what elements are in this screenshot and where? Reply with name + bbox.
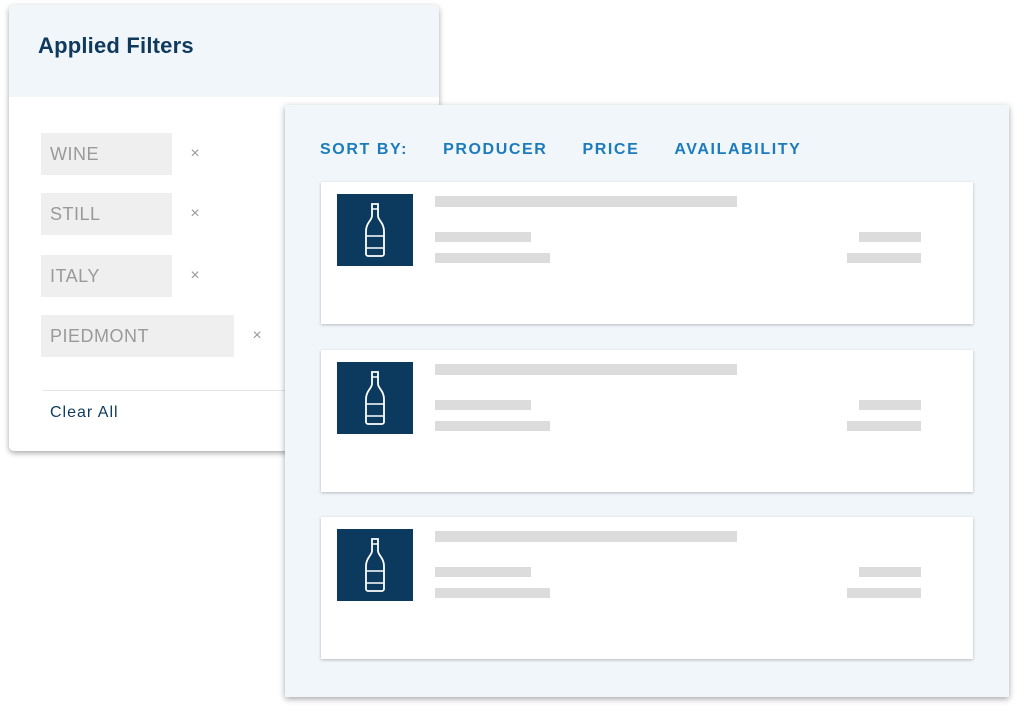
results-panel: SORT BY: PRODUCER PRICE AVAILABILITY [285,105,1009,697]
result-card[interactable] [321,350,973,492]
product-thumbnail [337,362,413,434]
price-placeholder-bar [859,232,921,242]
close-icon[interactable]: × [188,145,202,163]
close-icon[interactable]: × [188,205,202,223]
sort-option-availability[interactable]: AVAILABILITY [674,141,801,159]
detail-placeholder-bar [435,400,531,410]
price-placeholder-bar [847,588,921,598]
wine-bottle-icon [365,371,385,425]
filter-chip-row: WINE × [41,133,202,175]
stage: Applied Filters WINE × STILL × ITALY × P… [0,0,1024,717]
close-icon[interactable]: × [188,267,202,285]
result-card[interactable] [321,517,973,659]
filter-chip-wine[interactable]: WINE [41,133,172,175]
product-thumbnail [337,194,413,266]
title-placeholder-bar [435,364,737,375]
product-thumbnail [337,529,413,601]
result-card[interactable] [321,182,973,324]
sort-by-label: SORT BY: [320,141,409,158]
filter-chip-piedmont[interactable]: PIEDMONT [41,315,234,357]
sort-option-price[interactable]: PRICE [582,141,639,159]
sort-option-producer[interactable]: PRODUCER [443,141,547,159]
sort-bar: SORT BY: PRODUCER PRICE AVAILABILITY [320,141,836,159]
filter-chip-italy[interactable]: ITALY [41,255,172,297]
price-placeholder-bar [859,567,921,577]
detail-placeholder-bar [435,253,550,263]
filter-chip-row: PIEDMONT × [41,315,264,357]
price-placeholder-bar [847,253,921,263]
detail-placeholder-bar [435,421,550,431]
detail-placeholder-bar [435,588,550,598]
detail-placeholder-bar [435,232,531,242]
price-placeholder-bar [847,421,921,431]
price-placeholder-bar [859,400,921,410]
close-icon[interactable]: × [250,327,264,345]
clear-all-link[interactable]: Clear All [50,404,119,422]
wine-bottle-icon [365,538,385,592]
wine-bottle-icon [365,203,385,257]
detail-placeholder-bar [435,567,531,577]
title-placeholder-bar [435,531,737,542]
filter-chip-still[interactable]: STILL [41,193,172,235]
filter-chip-row: STILL × [41,193,202,235]
filter-chip-row: ITALY × [41,255,202,297]
title-placeholder-bar [435,196,737,207]
filters-header: Applied Filters [9,5,439,97]
filters-title: Applied Filters [38,33,194,58]
